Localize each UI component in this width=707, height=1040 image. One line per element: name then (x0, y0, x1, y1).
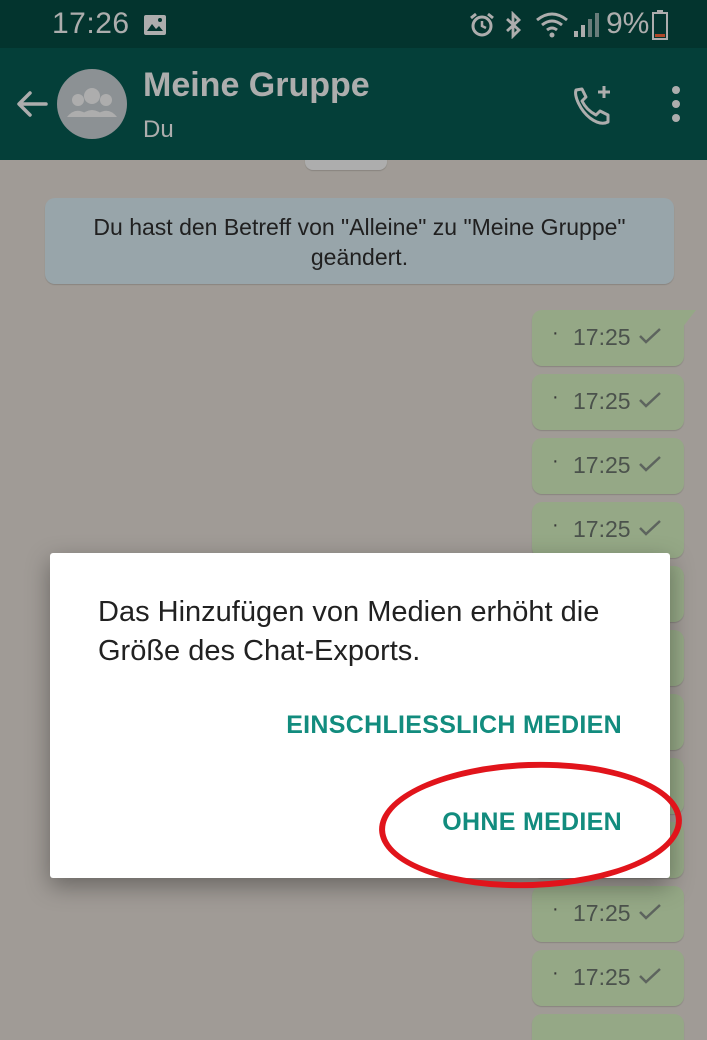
dialog-message: Das Hinzufügen von Medien erhöht die Grö… (98, 596, 600, 667)
modal-scrim[interactable] (0, 0, 707, 1040)
include-media-button[interactable]: EINSCHLIESSLICH MEDIEN (286, 711, 622, 740)
